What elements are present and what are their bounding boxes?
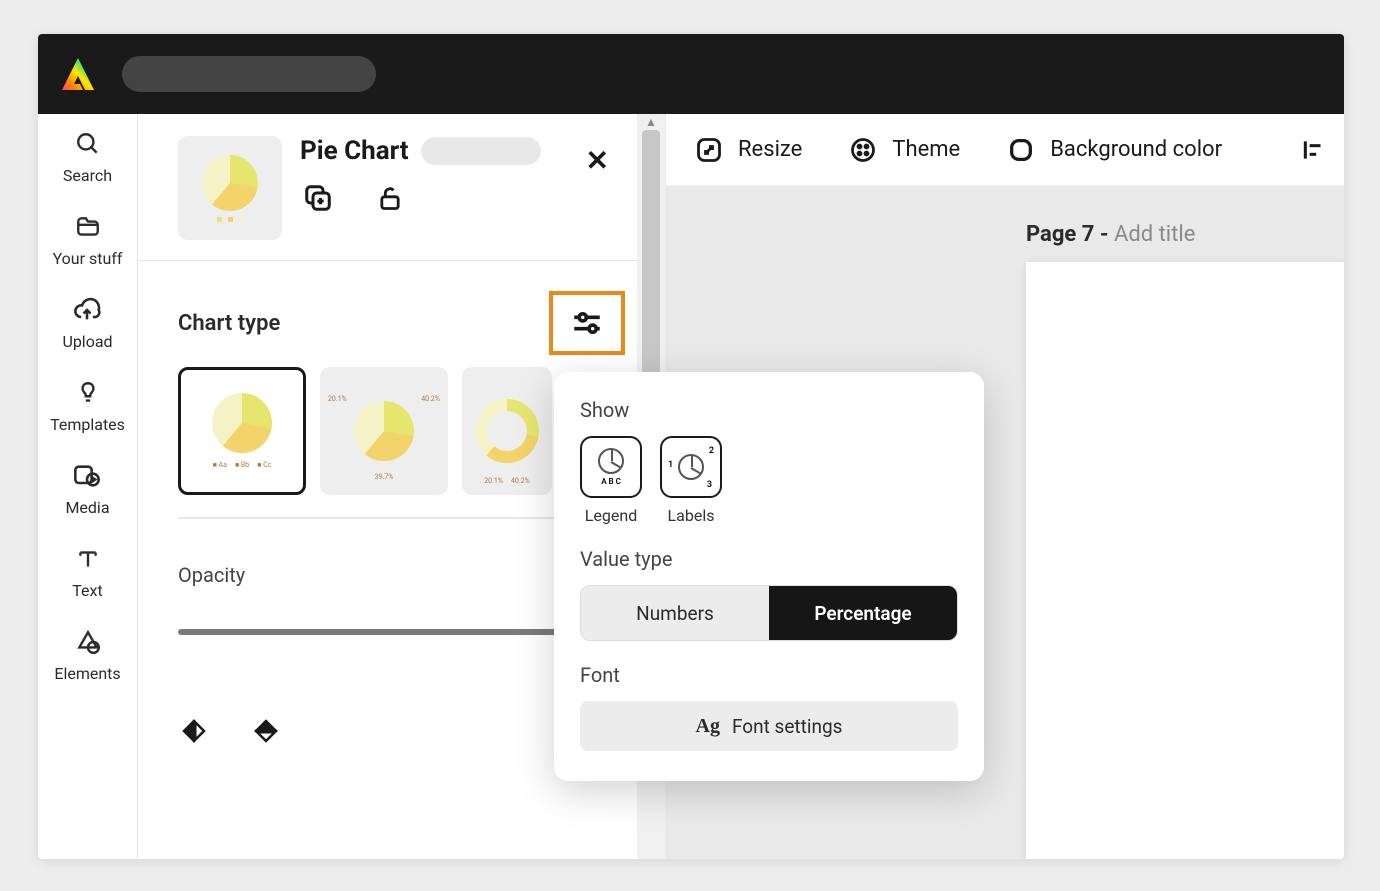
templates-icon	[74, 379, 102, 407]
scroll-thumb[interactable]	[642, 130, 660, 390]
nav-label: Elements	[54, 664, 120, 683]
page-title-placeholder[interactable]: Add title	[1114, 222, 1195, 247]
font-settings-button[interactable]: Ag Font settings	[580, 701, 958, 751]
legend-caption: Legend	[585, 506, 637, 525]
chart-type-label: Chart type	[178, 311, 280, 336]
show-section-label: Show	[580, 398, 958, 422]
opacity-slider[interactable]	[178, 629, 583, 635]
chart-thumbnail	[178, 136, 282, 240]
nav-search[interactable]: Search	[63, 130, 112, 185]
show-labels-toggle[interactable]: 1 2 3 Labels	[660, 436, 722, 525]
text-icon	[74, 545, 102, 573]
value-type-percentage[interactable]: Percentage	[769, 586, 957, 640]
page-canvas[interactable]	[1026, 262, 1344, 859]
panel-title: Pie Chart	[300, 136, 409, 166]
nav-label: Templates	[50, 415, 125, 434]
resize-icon	[694, 135, 724, 165]
duplicate-button[interactable]	[302, 182, 334, 214]
canvas-toolbar: Resize Theme Background color	[666, 114, 1344, 186]
nav-label: Text	[72, 581, 102, 600]
bgcolor-label: Background color	[1050, 137, 1222, 162]
background-color-icon	[1006, 135, 1036, 165]
scroll-up-arrow-icon[interactable]: ▲	[637, 114, 665, 130]
flip-horizontal-button[interactable]	[178, 715, 210, 747]
show-legend-toggle[interactable]: A B C Legend	[580, 436, 642, 525]
nav-templates[interactable]: Templates	[50, 379, 125, 434]
theme-button[interactable]: Theme	[848, 135, 960, 165]
labels-caption: Labels	[668, 506, 715, 525]
font-section-label: Font	[580, 663, 958, 687]
chart-type-donut[interactable]: 20.1%40.2%	[462, 367, 552, 495]
chart-settings-popover: Show A B C Legend 1 2 3 Labels Value typ…	[554, 372, 984, 781]
media-icon	[73, 462, 101, 490]
flip-vertical-button[interactable]	[250, 715, 282, 747]
nav-label: Your stuff	[53, 249, 123, 268]
page-number: Page 7 -	[1026, 222, 1114, 247]
cloud-upload-icon	[73, 296, 101, 324]
title-suffix-pill	[421, 137, 541, 165]
document-title-placeholder[interactable]	[122, 56, 376, 92]
theme-label: Theme	[892, 137, 960, 162]
chart-settings-button[interactable]	[549, 291, 625, 355]
unlock-button[interactable]	[374, 182, 406, 214]
page-label[interactable]: Page 7 - Add title	[1026, 222, 1195, 247]
pie-icon	[678, 454, 704, 480]
close-panel-button[interactable]: ✕	[586, 144, 609, 177]
theme-icon	[848, 135, 878, 165]
shapes-icon	[74, 628, 102, 656]
chart-type-pie[interactable]: ■ Aa■ Bb■ Cc	[178, 367, 306, 495]
pie-icon	[598, 448, 624, 474]
value-type-label: Value type	[580, 547, 958, 571]
font-glyph-icon: Ag	[696, 715, 720, 738]
search-icon	[74, 130, 102, 158]
background-color-button[interactable]: Background color	[1006, 135, 1222, 165]
value-type-numbers[interactable]: Numbers	[581, 586, 769, 640]
nav-elements[interactable]: Elements	[54, 628, 120, 683]
font-settings-label: Font settings	[732, 715, 842, 738]
chart-type-pie-labeled[interactable]: 20.1% 40.2% 39.7%	[320, 367, 448, 495]
resize-label: Resize	[738, 137, 802, 162]
align-button-partial[interactable]	[1284, 114, 1344, 186]
nav-label: Search	[63, 166, 112, 185]
nav-text[interactable]: Text	[72, 545, 102, 600]
nav-upload[interactable]: Upload	[62, 296, 112, 351]
nav-label: Media	[65, 498, 109, 517]
left-nav: Search Your stuff Upload Templates	[38, 114, 138, 859]
nav-your-stuff[interactable]: Your stuff	[53, 213, 123, 268]
value-type-segmented: Numbers Percentage	[580, 585, 958, 641]
nav-media[interactable]: Media	[65, 462, 109, 517]
adobe-logo-icon[interactable]	[58, 54, 98, 94]
folder-icon	[74, 213, 102, 241]
app-frame: Search Your stuff Upload Templates	[38, 34, 1344, 859]
top-bar	[38, 34, 1344, 114]
nav-label: Upload	[62, 332, 112, 351]
resize-button[interactable]: Resize	[694, 135, 802, 165]
